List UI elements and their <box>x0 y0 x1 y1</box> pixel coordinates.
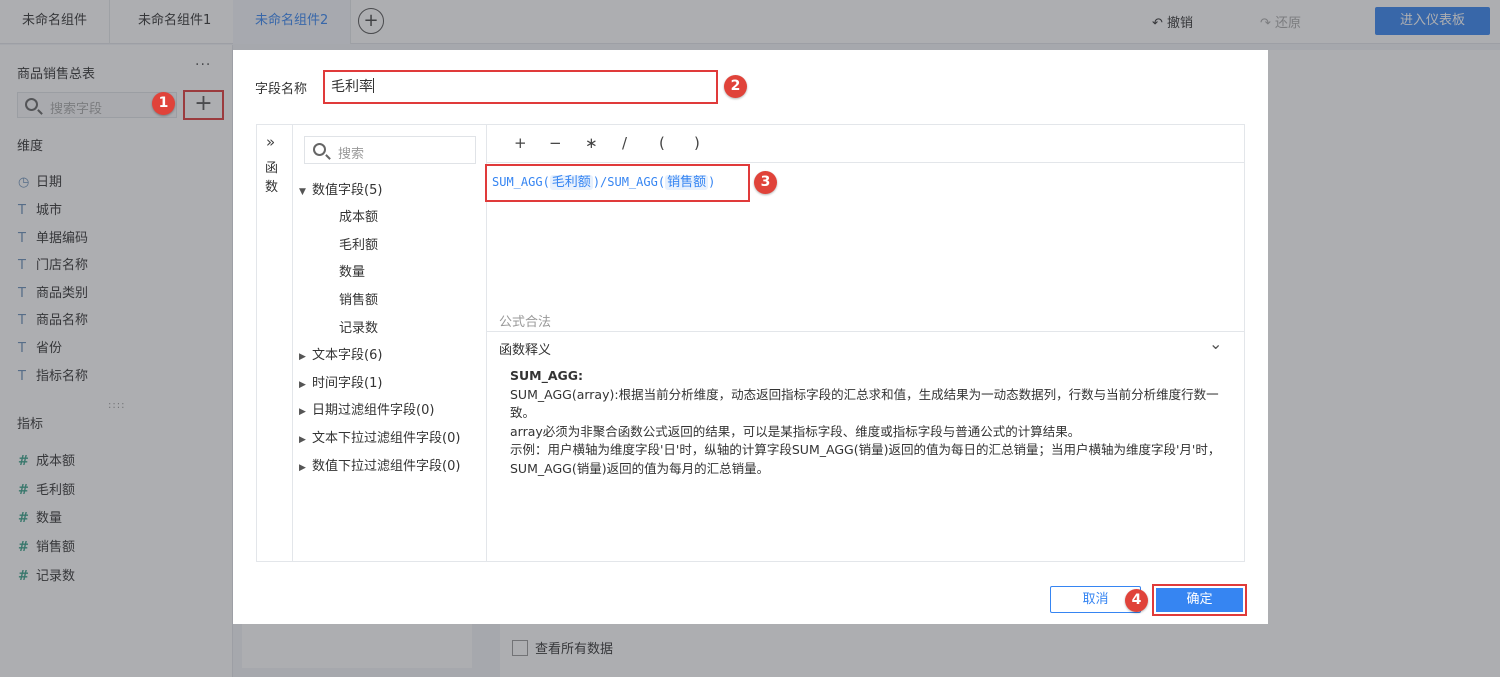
formula-editor: » 函数 搜索 ▼ 数值字段(5) 成本额 毛利额 数量 销售额 记录数 ▶ 文本字… <box>256 124 1245 562</box>
plus-operator[interactable]: + <box>514 134 527 152</box>
function-explanation: SUM_AGG: SUM_AGG(array):根据当前分析维度，动态返回指标字… <box>510 368 1221 476</box>
step-badge-2: 2 <box>724 75 747 98</box>
open-paren-operator[interactable]: ( <box>659 134 665 152</box>
divide-operator[interactable]: / <box>622 134 627 152</box>
field-chip: 销售额 <box>665 175 709 190</box>
tree-group-time[interactable]: ▶ 时间字段(1) <box>299 372 382 392</box>
caret-right-icon: ▶ <box>299 380 306 390</box>
function-panel-toggle[interactable]: » 函数 <box>257 125 293 561</box>
field-chip: 毛利额 <box>549 175 593 190</box>
field-name-input[interactable]: 毛利率 <box>323 70 718 104</box>
caret-right-icon: ▶ <box>299 407 306 417</box>
tree-group-date-filter[interactable]: ▶ 日期过滤组件字段(0) <box>299 399 434 419</box>
multiply-operator[interactable]: ∗ <box>585 134 598 152</box>
function-explanation-header[interactable]: 函数释义 ⌄ <box>487 331 1244 361</box>
field-search-input[interactable]: 搜索 <box>304 136 476 164</box>
chevron-down-icon: ⌄ <box>1209 334 1223 353</box>
formula-area: + − ∗ / ( ) SUM_AGG(毛利额)/SUM_AGG(销售额) 3 … <box>485 125 1244 561</box>
step-badge-1: 1 <box>152 92 175 115</box>
close-paren-operator[interactable]: ) <box>694 134 700 152</box>
caret-right-icon: ▶ <box>299 463 306 473</box>
tree-field-item[interactable]: 毛利额 <box>339 234 378 254</box>
tree-field-item[interactable]: 成本额 <box>339 206 378 226</box>
calculated-field-dialog: 字段名称 毛利率 2 » 函数 搜索 ▼ 数值字段(5) 成本额 毛利额 数量 销… <box>233 50 1268 624</box>
tree-group-text-dropdown[interactable]: ▶ 文本下拉过滤组件字段(0) <box>299 427 460 447</box>
double-chevron-right-icon: » <box>266 133 276 151</box>
tree-field-item[interactable]: 数量 <box>339 261 365 281</box>
caret-right-icon: ▶ <box>299 435 306 445</box>
field-name-label: 字段名称 <box>255 82 308 97</box>
tree-field-item[interactable]: 销售额 <box>339 289 378 309</box>
minus-operator[interactable]: − <box>549 134 562 152</box>
tree-group-numeric[interactable]: ▼ 数值字段(5) <box>299 179 382 199</box>
tree-field-item[interactable]: 记录数 <box>339 317 378 337</box>
caret-down-icon: ▼ <box>299 187 306 197</box>
formula-input[interactable]: SUM_AGG(毛利额)/SUM_AGG(销售额) <box>485 164 750 202</box>
confirm-button[interactable]: 确定 <box>1152 584 1247 616</box>
field-tree-panel: 搜索 ▼ 数值字段(5) 成本额 毛利额 数量 销售额 记录数 ▶ 文本字段(6) … <box>293 125 487 561</box>
operator-bar: + − ∗ / ( ) <box>487 125 1244 163</box>
tree-group-text[interactable]: ▶ 文本字段(6) <box>299 344 382 364</box>
step-badge-4: 4 <box>1125 589 1148 612</box>
formula-valid-status: 公式合法 <box>499 315 552 330</box>
tree-group-numeric-dropdown[interactable]: ▶ 数值下拉过滤组件字段(0) <box>299 455 460 475</box>
search-icon <box>313 143 326 156</box>
step-badge-3: 3 <box>754 171 777 194</box>
caret-right-icon: ▶ <box>299 352 306 362</box>
